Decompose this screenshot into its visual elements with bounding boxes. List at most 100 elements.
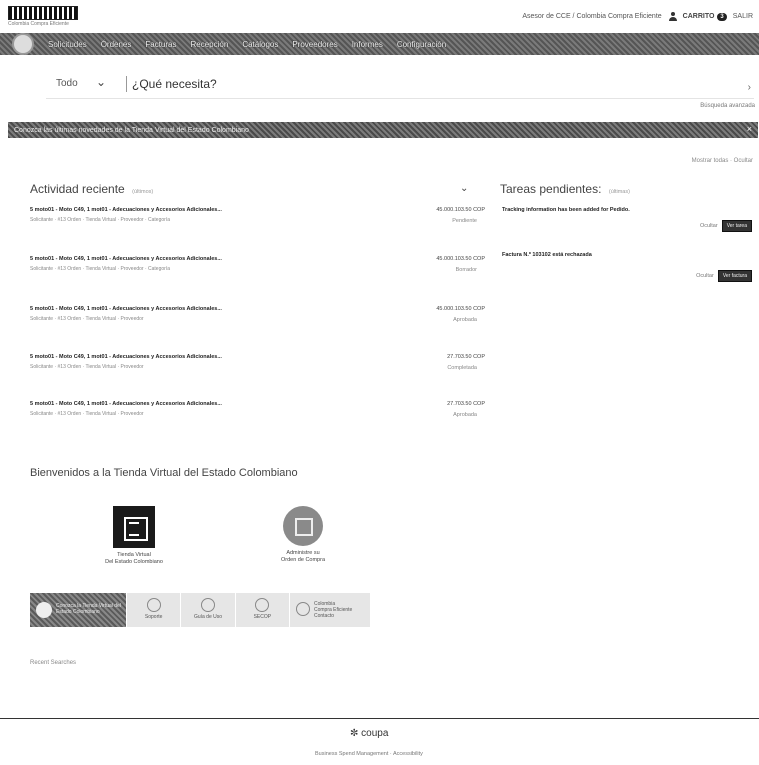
activity-item[interactable]: 5 moto01 - Moto C49, 1 mot01 - Adecuacio…: [30, 306, 485, 340]
search-submit-icon[interactable]: ›: [748, 82, 751, 93]
activity-item[interactable]: 5 moto01 - Moto C49, 1 mot01 - Adecuacio…: [30, 354, 485, 388]
cart-count-badge: 3: [717, 12, 727, 21]
activity-subtitle: (últimos): [132, 189, 154, 195]
activity-item-amount: 45.000.103.50 COP: [436, 256, 485, 262]
activity-item-status: Borrador: [455, 267, 477, 273]
task-item: Factura N.º 103102 está rechazada Oculta…: [502, 252, 752, 282]
task-hide-link[interactable]: Ocultar: [696, 273, 714, 279]
quick-link-label: SECOP: [253, 614, 272, 620]
activity-item-amount: 27.703.50 COP: [447, 401, 485, 407]
contact-icon: [295, 602, 310, 616]
activity-header[interactable]: Actividad reciente (últimos): [30, 180, 153, 198]
activity-item-meta: Solicitante · #13 Orden · Tienda Virtual…: [30, 364, 144, 370]
welcome-title: Bienvenidos a la Tienda Virtual del Esta…: [30, 467, 298, 479]
tile-label: Administre su: [286, 550, 320, 556]
cart-label: CARRITO: [682, 13, 715, 20]
nav-item-proveedores[interactable]: Proveedores: [292, 40, 337, 49]
activity-item-meta: Solicitante · #13 Orden · Tienda Virtual…: [30, 217, 170, 223]
tile-orden-compra[interactable]: Administre su Orden de Compra: [258, 506, 348, 564]
close-icon[interactable]: ×: [747, 124, 752, 134]
nav-item-informes[interactable]: Informes: [352, 40, 383, 49]
task-title[interactable]: Tracking information has been added for …: [502, 207, 752, 213]
footer-links[interactable]: Business Spend Management · Accessibilit…: [315, 751, 423, 757]
edit-icon: [283, 506, 323, 546]
task-hide-link[interactable]: Ocultar: [700, 223, 718, 229]
activity-item[interactable]: 5 moto01 - Moto C49, 1 mot01 - Adecuacio…: [30, 207, 485, 241]
task-actions: Ocultar Ver factura: [696, 270, 752, 282]
quick-link-label: Colombia Compra Eficiente Contacto: [313, 601, 353, 619]
footer-divider: [0, 718, 759, 719]
nav-item-catalogos[interactable]: Catálogos: [242, 40, 278, 49]
search-divider: [126, 76, 127, 92]
activity-item[interactable]: 5 moto01 - Moto C49, 1 mot01 - Adecuacio…: [30, 256, 485, 290]
tasks-header[interactable]: Tareas pendientes: (últimas): [500, 180, 630, 198]
activity-item-title[interactable]: 5 moto01 - Moto C49, 1 mot01 - Adecuacio…: [30, 207, 222, 213]
secop-icon: [255, 598, 270, 612]
tile-tienda-virtual[interactable]: Tienda Virtual Del Estado Colombiano: [88, 506, 180, 566]
activity-item-amount: 45.000.103.50 COP: [436, 207, 485, 213]
tile-label: Orden de Compra: [280, 557, 326, 563]
tasks-title: Tareas pendientes:: [500, 182, 602, 196]
activity-item-meta: Solicitante · #13 Orden · Tienda Virtual…: [30, 266, 170, 272]
search-underline: [46, 98, 754, 99]
task-title[interactable]: Factura N.º 103102 está rechazada: [502, 252, 752, 258]
quick-link-label: Soporte: [144, 614, 163, 620]
tile-label: Tienda Virtual: [117, 552, 151, 558]
logout-link[interactable]: SALIR: [733, 13, 753, 20]
person-icon: [668, 12, 677, 21]
quick-link-main-text: Conozca la Tienda Virtual del Estado Col…: [56, 603, 121, 615]
announcement-banner: Conozca las últimas novedades de la Tien…: [8, 122, 758, 138]
quick-link-soporte[interactable]: Soporte: [127, 593, 181, 627]
coupa-logo-icon: ✼: [350, 728, 359, 739]
quick-link-secop[interactable]: SECOP: [235, 593, 289, 627]
home-logo-icon[interactable]: [12, 33, 34, 55]
activity-item-status: Pendiente: [452, 218, 477, 224]
tasks-subtitle: (últimas): [608, 189, 630, 195]
site-logo[interactable]: Colombia Compra Eficiente: [8, 6, 78, 30]
nav-item-configuracion[interactable]: Configuración: [397, 40, 446, 49]
store-icon: [113, 506, 155, 548]
footer-logo-text: coupa: [361, 728, 389, 739]
search-bar: Todo ⌄ ›: [0, 68, 759, 104]
activity-item-status: Completada: [447, 365, 477, 371]
search-scope-select[interactable]: Todo: [56, 78, 78, 89]
footer-logo: ✼ coupa: [350, 728, 388, 739]
activity-item-title[interactable]: 5 moto01 - Moto C49, 1 mot01 - Adecuacio…: [30, 401, 222, 407]
quick-link-guia[interactable]: Guía de Uso: [181, 593, 235, 627]
nav-item-facturas[interactable]: Facturas: [145, 40, 176, 49]
recent-searches-label: Recent Searches: [30, 660, 77, 666]
activity-item-meta: Solicitante · #13 Orden · Tienda Virtual…: [30, 316, 144, 322]
logo-mark: [8, 6, 78, 20]
nav-item-solicitudes[interactable]: Solicitudes: [48, 40, 87, 49]
quick-links-strip: Conozca la Tienda Virtual del Estado Col…: [30, 593, 370, 627]
activity-item-title[interactable]: 5 moto01 - Moto C49, 1 mot01 - Adecuacio…: [30, 306, 222, 312]
cart-link[interactable]: CARRITO 3: [682, 12, 727, 21]
activity-item-title[interactable]: 5 moto01 - Moto C49, 1 mot01 - Adecuacio…: [30, 256, 222, 262]
activity-item-amount: 27.703.50 COP: [447, 354, 485, 360]
activity-item-title[interactable]: 5 moto01 - Moto C49, 1 mot01 - Adecuacio…: [30, 354, 222, 360]
user-account-link[interactable]: Asesor de CCE / Colombia Compra Eficient…: [522, 13, 661, 20]
task-view-button[interactable]: Ver tarea: [721, 220, 752, 232]
nav-item-ordenes[interactable]: Órdenes: [101, 40, 132, 49]
chevron-down-icon[interactable]: ⌄: [96, 75, 106, 89]
guide-icon: [200, 598, 215, 612]
chevron-down-icon[interactable]: ⌄: [460, 183, 468, 194]
task-item: Tracking information has been added for …: [502, 207, 752, 237]
nav-item-recepcion[interactable]: Recepción: [191, 40, 229, 49]
top-user-bar: Asesor de CCE / Colombia Compra Eficient…: [522, 12, 753, 21]
task-view-button[interactable]: Ver factura: [717, 270, 752, 282]
announcement-text[interactable]: Conozca las últimas novedades de la Tien…: [14, 127, 249, 134]
activity-item-status: Aprobada: [453, 412, 477, 418]
section-toggle-links[interactable]: Mostrar todas · Ocultar: [692, 158, 753, 164]
activity-item-amount: 45.000.103.50 COP: [436, 306, 485, 312]
activity-item-meta: Solicitante · #13 Orden · Tienda Virtual…: [30, 411, 144, 417]
quick-link-main[interactable]: Conozca la Tienda Virtual del Estado Col…: [30, 593, 126, 627]
info-icon: [36, 602, 52, 618]
activity-item[interactable]: 5 moto01 - Moto C49, 1 mot01 - Adecuacio…: [30, 401, 485, 435]
search-input[interactable]: [132, 73, 712, 95]
tile-label: Del Estado Colombiano: [105, 559, 163, 565]
logo-subtitle: Colombia Compra Eficiente: [8, 21, 69, 27]
quick-link-contacto[interactable]: Colombia Compra Eficiente Contacto: [289, 593, 370, 627]
advanced-search-link[interactable]: Búsqueda avanzada: [700, 103, 755, 109]
activity-title: Actividad reciente: [30, 182, 125, 196]
